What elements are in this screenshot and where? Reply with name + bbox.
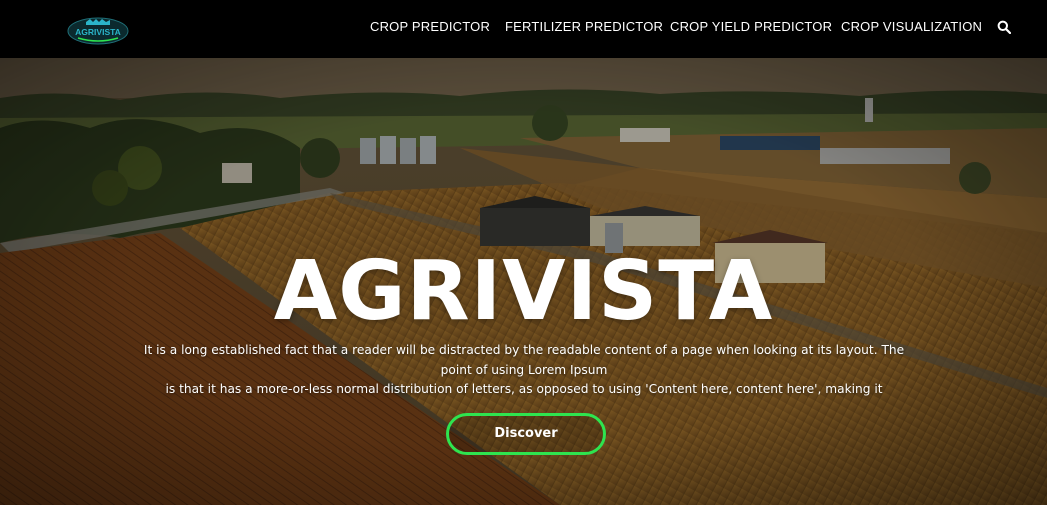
main-nav: CROP PREDICTOR FERTILIZER PREDICTOR CROP… xyxy=(0,0,1047,58)
nav-crop-predictor[interactable]: CROP PREDICTOR xyxy=(370,19,490,34)
nav-crop-yield-predictor[interactable]: CROP YIELD PREDICTOR xyxy=(670,19,832,34)
search-icon[interactable] xyxy=(997,20,1011,34)
hero-description: It is a long established fact that a rea… xyxy=(138,341,910,400)
discover-button[interactable]: Discover xyxy=(446,413,606,455)
navbar: AGRIVISTA CROP PREDICTOR FERTILIZER PRED… xyxy=(0,0,1047,58)
nav-crop-visualization[interactable]: CROP VISUALIZATION xyxy=(841,19,982,34)
nav-fertilizer-predictor[interactable]: FERTILIZER PREDICTOR xyxy=(505,19,663,34)
hero-description-line-2: is that it has a more-or-less normal dis… xyxy=(165,382,883,396)
hero-section: AGRIVISTA It is a long established fact … xyxy=(0,58,1047,505)
hero-title: AGRIVISTA xyxy=(273,244,774,339)
hero-description-line-1: It is a long established fact that a rea… xyxy=(143,343,905,377)
